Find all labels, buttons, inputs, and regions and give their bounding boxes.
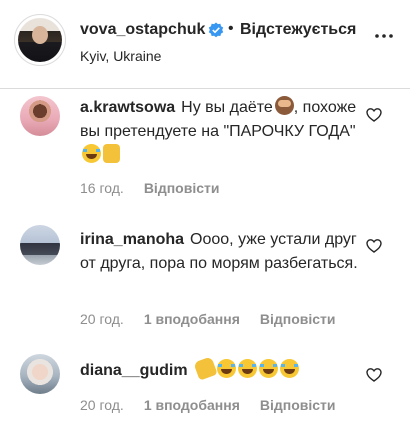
commenter-avatar[interactable] bbox=[20, 354, 60, 394]
clapping-hands-emoji-icon bbox=[192, 356, 218, 381]
comment-time[interactable]: 20 год. bbox=[80, 311, 124, 327]
comment-time[interactable]: 16 год. bbox=[80, 180, 124, 196]
heart-outline-icon[interactable] bbox=[366, 367, 382, 383]
comment-meta: 20 год. 1 вподобання Відповісти bbox=[80, 311, 336, 327]
tears-of-joy-emoji-icon bbox=[216, 359, 236, 378]
profile-avatar-image bbox=[18, 18, 62, 62]
commenter-avatar[interactable] bbox=[20, 225, 60, 265]
tears-of-joy-emoji-icon bbox=[82, 144, 101, 163]
comment-username[interactable]: diana__gudim bbox=[80, 362, 188, 379]
comment-text: diana__gudim bbox=[80, 356, 362, 383]
commenter-avatar[interactable] bbox=[20, 96, 60, 136]
likes-count[interactable]: 1 вподобання bbox=[144, 311, 240, 327]
post-location[interactable]: Kyiv, Ukraine bbox=[80, 48, 161, 64]
comment-meta: 20 год. 1 вподобання Відповісти bbox=[80, 397, 336, 413]
see-no-evil-monkey-emoji-icon bbox=[274, 96, 294, 115]
comment-time[interactable]: 20 год. bbox=[80, 397, 124, 413]
tears-of-joy-emoji-icon bbox=[258, 359, 278, 378]
profile-avatar[interactable] bbox=[14, 14, 66, 66]
comment-text: irina_manoha Оооо, уже устали друг от дру… bbox=[80, 228, 362, 276]
more-options-icon[interactable] bbox=[374, 33, 394, 39]
likes-count[interactable]: 1 вподобання bbox=[144, 397, 240, 413]
comment-username[interactable]: a.krawtsowa bbox=[80, 99, 175, 116]
post-header: vova_ostapchuk • Відстежується Kyiv, Ukr… bbox=[0, 0, 410, 89]
heart-outline-icon[interactable] bbox=[366, 238, 382, 254]
comment-body-part: Ну вы даёте bbox=[181, 99, 273, 116]
verified-badge-icon bbox=[208, 22, 224, 38]
comment-meta: 16 год. Відповісти bbox=[80, 180, 219, 196]
tears-of-joy-emoji-icon bbox=[237, 359, 257, 378]
reply-button[interactable]: Відповісти bbox=[144, 180, 220, 196]
reply-button[interactable]: Відповісти bbox=[260, 397, 336, 413]
profile-username[interactable]: vova_ostapchuk bbox=[80, 21, 205, 39]
tears-of-joy-emoji-icon bbox=[279, 359, 299, 378]
comment-text: a.krawtsowa Ну вы даёте, похоже вы претен… bbox=[80, 96, 362, 168]
header-separator: • bbox=[228, 20, 234, 37]
heart-outline-icon[interactable] bbox=[366, 107, 382, 123]
reply-button[interactable]: Відповісти bbox=[260, 311, 336, 327]
follow-status-button[interactable]: Відстежується bbox=[240, 21, 356, 39]
thumbs-up-emoji-icon bbox=[103, 144, 120, 163]
comment-username[interactable]: irina_manoha bbox=[80, 231, 184, 248]
